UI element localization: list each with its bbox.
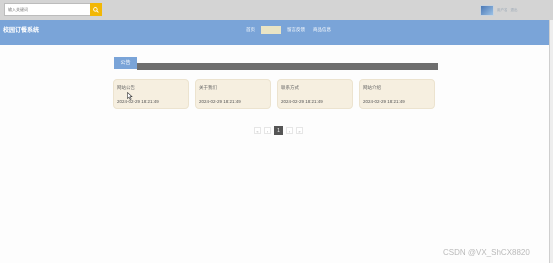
site-title: 校园订餐系统	[3, 28, 40, 34]
nav-item-home[interactable]: 首页	[244, 26, 257, 34]
announcement-card[interactable]: 网站介绍 2024-02-29 18:21:49	[359, 79, 435, 109]
card-time: 2024-02-29 18:21:49	[281, 99, 323, 104]
card-time: 2024-02-29 18:21:49	[363, 99, 405, 104]
last-page-button[interactable]: »	[296, 127, 303, 134]
card-time: 2024-02-29 18:21:49	[199, 99, 241, 104]
username[interactable]: 用户名	[497, 8, 508, 13]
current-page[interactable]: 1	[274, 126, 283, 135]
search-button[interactable]	[90, 3, 102, 16]
section-divider-bar	[137, 63, 438, 70]
search-input[interactable]	[5, 4, 90, 15]
user-area: 用户名 退出	[480, 5, 518, 16]
card-time: 2024-02-29 18:21:49	[117, 99, 159, 104]
card-title: 联系方式	[281, 85, 299, 90]
watermark: CSDN @VX_ShCX8820	[443, 248, 530, 257]
nav-item-announcements[interactable]: 公告	[261, 26, 281, 34]
nav-item-products[interactable]: 商品信息	[311, 26, 333, 34]
announcement-card[interactable]: 关于我们 2024-02-29 18:21:49	[195, 79, 271, 109]
nav-item-feedback[interactable]: 留言反馈	[285, 26, 307, 34]
announcement-card[interactable]: 联系方式 2024-02-29 18:21:49	[277, 79, 353, 109]
mouse-cursor-icon	[127, 92, 133, 100]
card-title: 网站公告	[117, 85, 135, 90]
section-title: 公告	[114, 57, 137, 69]
search-icon	[93, 6, 99, 13]
top-bar: 用户名 退出	[0, 0, 553, 20]
search-box	[4, 3, 102, 16]
main-navbar: 校园订餐系统 首页 公告 留言反馈 商品信息	[0, 20, 553, 45]
next-page-button[interactable]: ›	[286, 127, 293, 134]
announcement-card[interactable]: 网站公告 2024-02-29 18:21:49	[113, 79, 189, 109]
prev-page-button[interactable]: ‹	[264, 127, 271, 134]
card-title: 网站介绍	[363, 85, 381, 90]
window-scrollbar[interactable]	[549, 20, 553, 263]
pagination: « ‹ 1 › »	[254, 126, 303, 135]
nav-menu: 首页 公告 留言反馈 商品信息	[244, 26, 337, 34]
card-title: 关于我们	[199, 85, 217, 90]
avatar[interactable]	[480, 5, 494, 16]
first-page-button[interactable]: «	[254, 127, 261, 134]
logout-link[interactable]: 退出	[511, 8, 518, 13]
